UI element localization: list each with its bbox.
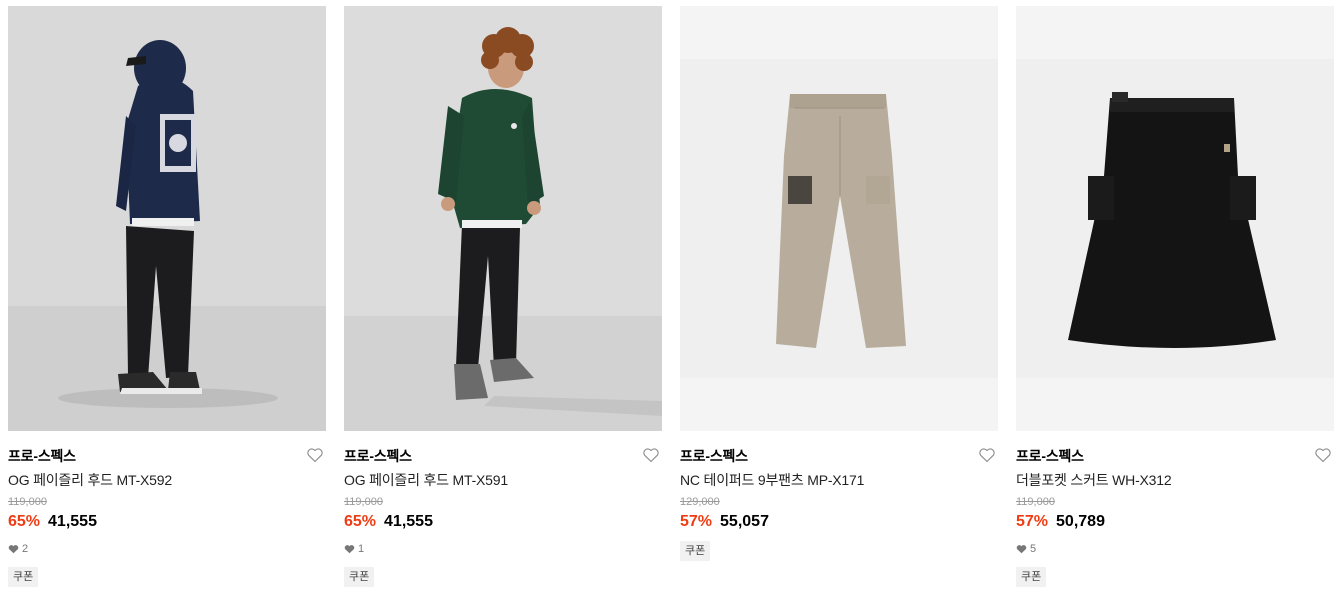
sale-price: 55,057 [720, 513, 769, 530]
sale-price: 50,789 [1056, 513, 1105, 530]
product-image-green-hoodie[interactable] [344, 6, 662, 431]
product-photo [680, 6, 998, 431]
brand-name[interactable]: 프로-스펙스 [8, 446, 76, 466]
price-row: 57% 55,057 [680, 513, 769, 531]
product-photo [1016, 6, 1334, 431]
coupon-badge: 쿠폰 [344, 567, 375, 587]
discount-rate: 57% [1016, 513, 1049, 530]
product-image-beige-pants[interactable] [680, 6, 998, 431]
sale-price: 41,555 [384, 513, 433, 530]
price-row: 65% 41,555 [8, 513, 97, 531]
coupon-badge: 쿠폰 [8, 567, 39, 587]
brand-row: 프로-스펙스 [344, 446, 662, 466]
product-card[interactable]: 프로-스펙스 OG 페이즐리 후드 MT-X591 119,000 65% 41,… [344, 6, 662, 595]
like-count: 1 [344, 543, 364, 555]
product-name[interactable]: 더블포켓 스커트 WH-X312 [1016, 470, 1172, 490]
heart-outline-icon[interactable] [642, 446, 660, 464]
brand-row: 프로-스펙스 [680, 446, 998, 466]
brand-row: 프로-스펙스 [1016, 446, 1334, 466]
original-price: 119,000 [344, 496, 383, 508]
product-card[interactable]: 프로-스펙스 NC 테이퍼드 9부팬츠 MP-X171 129,000 57% 5… [680, 6, 998, 595]
product-name[interactable]: OG 페이즐리 후드 MT-X592 [8, 470, 172, 490]
product-name[interactable]: OG 페이즐리 후드 MT-X591 [344, 470, 508, 490]
brand-name[interactable]: 프로-스펙스 [680, 446, 748, 466]
brand-name[interactable]: 프로-스펙스 [1016, 446, 1084, 466]
product-card[interactable]: 프로-스펙스 더블포켓 스커트 WH-X312 119,000 57% 50,78… [1016, 6, 1334, 595]
coupon-badge: 쿠폰 [680, 541, 711, 561]
brand-row: 프로-스펙스 [8, 446, 326, 466]
original-price: 129,000 [680, 496, 720, 508]
product-image-navy-hoodie[interactable] [8, 6, 326, 431]
product-card[interactable]: 프로-스펙스 OG 페이즐리 후드 MT-X592 119,000 65% 41,… [8, 6, 326, 595]
original-price: 119,000 [8, 496, 47, 508]
heart-filled-icon [344, 545, 355, 554]
discount-rate: 57% [680, 513, 713, 530]
discount-rate: 65% [344, 513, 377, 530]
like-count-value: 1 [358, 543, 365, 555]
product-grid: 프로-스펙스 OG 페이즐리 후드 MT-X592 119,000 65% 41,… [0, 0, 1338, 595]
price-row: 65% 41,555 [344, 513, 433, 531]
heart-filled-icon [1016, 545, 1027, 554]
product-photo [8, 6, 326, 431]
price-row: 57% 50,789 [1016, 513, 1105, 531]
heart-outline-icon[interactable] [1314, 446, 1332, 464]
product-image-black-skirt[interactable] [1016, 6, 1334, 431]
like-count-value: 5 [1030, 543, 1037, 555]
brand-name[interactable]: 프로-스펙스 [344, 446, 412, 466]
heart-filled-icon [8, 545, 19, 554]
like-count: 2 [8, 543, 28, 555]
sale-price: 41,555 [48, 513, 97, 530]
coupon-badge: 쿠폰 [1016, 567, 1047, 587]
original-price: 119,000 [1016, 496, 1055, 508]
discount-rate: 65% [8, 513, 41, 530]
like-count-value: 2 [22, 543, 29, 555]
product-name[interactable]: NC 테이퍼드 9부팬츠 MP-X171 [680, 470, 864, 490]
product-photo [344, 6, 662, 431]
like-count: 5 [1016, 543, 1036, 555]
heart-outline-icon[interactable] [978, 446, 996, 464]
heart-outline-icon[interactable] [306, 446, 324, 464]
